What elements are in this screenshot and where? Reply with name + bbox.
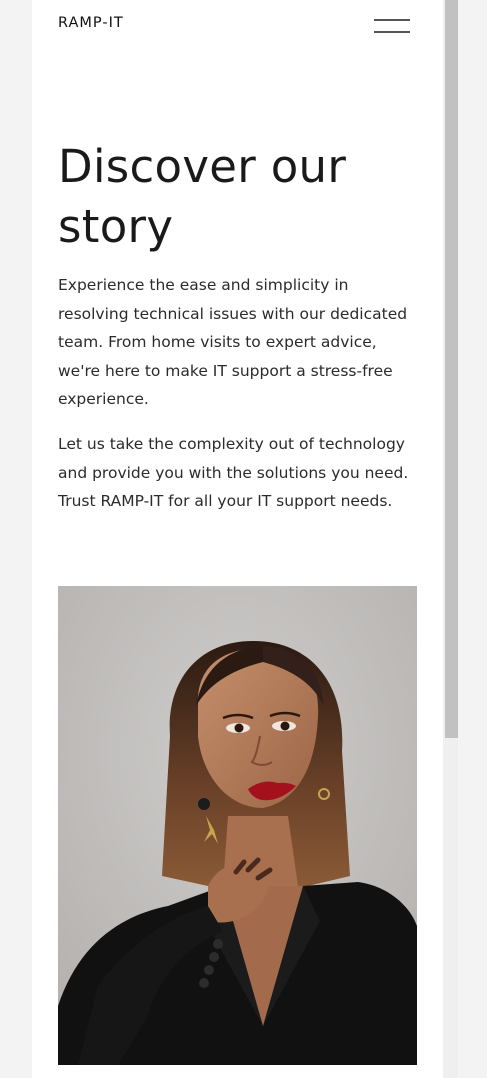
page-title-line-1: Discover our	[58, 140, 347, 193]
trust-paragraph: Let us take the complexity out of techno…	[58, 435, 409, 511]
hamburger-menu-button[interactable]	[374, 19, 412, 35]
brand-logo[interactable]: RAMP-IT	[58, 15, 124, 31]
page-title-line-2: story	[58, 200, 174, 253]
page-content: RAMP-IT Discover our story Experience th…	[32, 0, 443, 1078]
hamburger-menu-icon	[374, 19, 410, 21]
page-title: Discover our story	[58, 137, 438, 257]
portrait-photo	[58, 586, 417, 1065]
page-scrollbar-thumb[interactable]	[445, 0, 458, 738]
site-header: RAMP-IT	[58, 14, 411, 38]
intro-paragraph: Experience the ease and simplicity in re…	[58, 276, 408, 409]
browser-viewport: RAMP-IT Discover our story Experience th…	[0, 0, 487, 1078]
hamburger-menu-icon-bar	[374, 31, 410, 33]
